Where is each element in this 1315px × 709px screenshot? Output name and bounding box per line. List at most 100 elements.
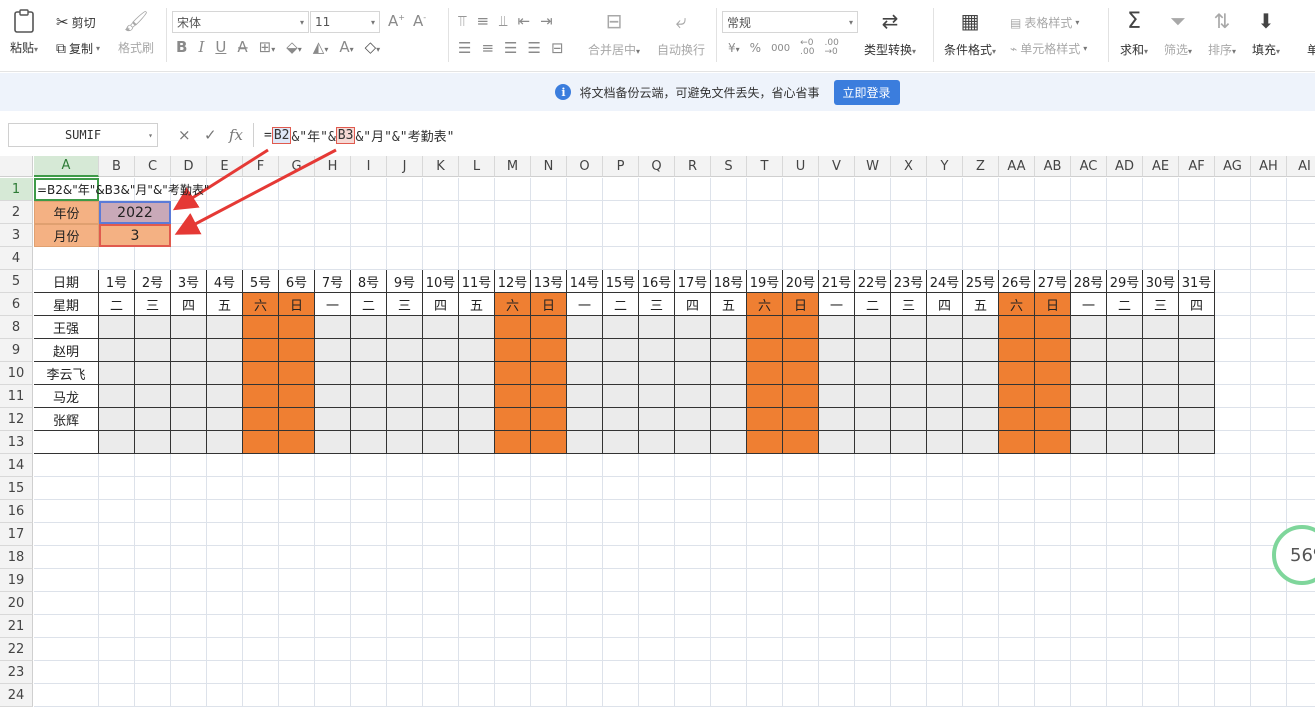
cell[interactable] bbox=[1251, 638, 1287, 661]
cell[interactable] bbox=[603, 178, 639, 201]
cell[interactable] bbox=[279, 247, 315, 270]
increase-decimal-icon[interactable]: ←0.00 bbox=[800, 39, 814, 57]
column-header[interactable]: T bbox=[747, 156, 783, 177]
column-header[interactable]: Z bbox=[963, 156, 999, 177]
cell[interactable] bbox=[639, 247, 675, 270]
cell[interactable] bbox=[315, 178, 351, 201]
cell[interactable] bbox=[1251, 500, 1287, 523]
table-cell[interactable] bbox=[999, 431, 1035, 454]
cell[interactable] bbox=[1107, 500, 1143, 523]
table-cell[interactable] bbox=[675, 339, 711, 362]
day-header[interactable]: 12号 bbox=[495, 270, 531, 293]
cell[interactable] bbox=[963, 546, 999, 569]
cell[interactable] bbox=[1179, 201, 1215, 224]
cell[interactable] bbox=[1107, 638, 1143, 661]
row-header[interactable]: 16 bbox=[0, 500, 33, 523]
table-cell[interactable] bbox=[567, 408, 603, 431]
cell[interactable] bbox=[34, 247, 99, 270]
cell[interactable] bbox=[315, 638, 351, 661]
clear-icon[interactable]: ◇▾ bbox=[365, 38, 381, 56]
cell[interactable] bbox=[639, 615, 675, 638]
format-painter-button[interactable]: 🖌 格式刷 bbox=[118, 8, 154, 56]
cell[interactable] bbox=[1143, 638, 1179, 661]
cell[interactable] bbox=[855, 684, 891, 707]
cell[interactable] bbox=[1071, 523, 1107, 546]
row-header[interactable]: 8 bbox=[0, 316, 33, 339]
table-cell[interactable] bbox=[891, 339, 927, 362]
day-header[interactable]: 28号 bbox=[1071, 270, 1107, 293]
table-cell[interactable] bbox=[207, 385, 243, 408]
day-header[interactable]: 30号 bbox=[1143, 270, 1179, 293]
table-cell[interactable] bbox=[387, 385, 423, 408]
table-cell[interactable] bbox=[207, 339, 243, 362]
name-box[interactable]: SUMIF ▾ bbox=[8, 123, 158, 147]
cell[interactable] bbox=[567, 592, 603, 615]
table-cell[interactable] bbox=[1179, 408, 1215, 431]
cell[interactable] bbox=[927, 569, 963, 592]
table-cell[interactable] bbox=[675, 431, 711, 454]
day-header[interactable]: 23号 bbox=[891, 270, 927, 293]
cell[interactable] bbox=[603, 247, 639, 270]
cell[interactable] bbox=[1143, 569, 1179, 592]
table-cell[interactable] bbox=[279, 431, 315, 454]
weekday-cell[interactable]: 五 bbox=[459, 293, 495, 316]
column-header[interactable]: AB bbox=[1035, 156, 1071, 177]
table-cell[interactable] bbox=[1035, 339, 1071, 362]
cell[interactable] bbox=[1215, 638, 1251, 661]
cell[interactable] bbox=[783, 454, 819, 477]
cell[interactable] bbox=[711, 201, 747, 224]
table-cell[interactable] bbox=[927, 408, 963, 431]
column-header[interactable]: F bbox=[243, 156, 279, 177]
table-cell[interactable] bbox=[279, 362, 315, 385]
cell[interactable] bbox=[747, 661, 783, 684]
cell[interactable] bbox=[1071, 684, 1107, 707]
day-header[interactable]: 20号 bbox=[783, 270, 819, 293]
cell[interactable] bbox=[99, 661, 135, 684]
cell[interactable] bbox=[387, 201, 423, 224]
cell[interactable] bbox=[315, 684, 351, 707]
cell[interactable] bbox=[279, 477, 315, 500]
table-cell[interactable] bbox=[315, 385, 351, 408]
cell[interactable] bbox=[99, 523, 135, 546]
cell[interactable] bbox=[927, 592, 963, 615]
cell[interactable] bbox=[999, 224, 1035, 247]
cell[interactable] bbox=[1143, 546, 1179, 569]
table-cell[interactable] bbox=[855, 385, 891, 408]
cell[interactable] bbox=[747, 684, 783, 707]
cell[interactable] bbox=[1287, 247, 1315, 270]
cell[interactable] bbox=[423, 224, 459, 247]
cell[interactable] bbox=[1251, 661, 1287, 684]
confirm-icon[interactable]: ✓ bbox=[204, 126, 217, 144]
cell[interactable] bbox=[567, 477, 603, 500]
table-cell[interactable] bbox=[675, 362, 711, 385]
cell[interactable] bbox=[315, 615, 351, 638]
cell[interactable] bbox=[387, 569, 423, 592]
cell[interactable] bbox=[675, 592, 711, 615]
cell[interactable] bbox=[1287, 293, 1315, 316]
cell[interactable] bbox=[315, 247, 351, 270]
align-middle-icon[interactable]: ≡ bbox=[476, 12, 489, 30]
table-cell[interactable] bbox=[531, 339, 567, 362]
cell[interactable] bbox=[1215, 316, 1251, 339]
column-header[interactable]: AH bbox=[1251, 156, 1287, 177]
cell[interactable] bbox=[1107, 201, 1143, 224]
align-left-icon[interactable]: ☰ bbox=[458, 39, 471, 57]
cell[interactable] bbox=[1251, 270, 1287, 293]
cell[interactable] bbox=[459, 224, 495, 247]
table-cell[interactable] bbox=[639, 408, 675, 431]
row-header[interactable]: 14 bbox=[0, 454, 33, 477]
cell[interactable] bbox=[315, 592, 351, 615]
cell[interactable] bbox=[34, 638, 99, 661]
cell[interactable] bbox=[351, 454, 387, 477]
cell[interactable] bbox=[927, 546, 963, 569]
cell[interactable] bbox=[603, 523, 639, 546]
cell[interactable] bbox=[1035, 684, 1071, 707]
cell[interactable] bbox=[387, 178, 423, 201]
cell[interactable] bbox=[243, 592, 279, 615]
cell[interactable] bbox=[819, 638, 855, 661]
cell[interactable] bbox=[1107, 546, 1143, 569]
cell[interactable] bbox=[99, 454, 135, 477]
cell[interactable] bbox=[855, 454, 891, 477]
select-all-corner[interactable] bbox=[0, 156, 33, 177]
cell[interactable] bbox=[34, 615, 99, 638]
